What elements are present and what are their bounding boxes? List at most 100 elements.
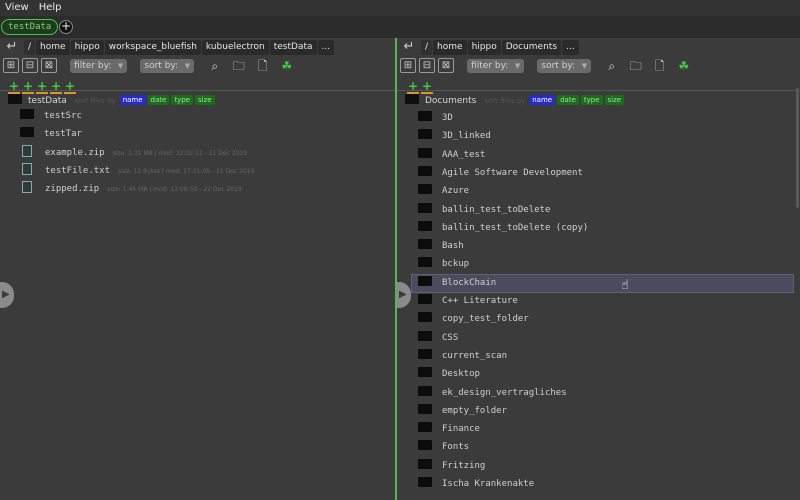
chevron-down-icon: ▼	[581, 62, 588, 70]
list-item[interactable]: Desktop	[412, 366, 793, 383]
breadcrumb: ↵ / home hippo workspace_bluefish kubuelectro…	[0, 40, 335, 56]
filter-select[interactable]: filter by: ▼	[70, 59, 128, 73]
sort-chip-type[interactable]: type	[580, 95, 603, 105]
folder-icon	[418, 477, 432, 487]
list-item[interactable]: testSrc	[20, 108, 82, 125]
folder-icon	[418, 129, 432, 140]
folder-icon	[418, 275, 432, 286]
sort-chip-date[interactable]: date	[147, 95, 170, 105]
sort-chip-name[interactable]: name	[529, 95, 556, 105]
breadcrumb-item[interactable]: hippo	[467, 40, 501, 55]
list-item[interactable]: example.zip size: 1.31 MB | mod: 12:02:11…	[22, 145, 247, 162]
close-view-icon[interactable]: ⊠	[41, 58, 57, 73]
collapse-icon[interactable]: ⊟	[22, 58, 38, 73]
breadcrumb-item[interactable]: home	[36, 40, 70, 55]
list-item[interactable]: Finance	[412, 421, 793, 438]
list-item[interactable]: Bash	[412, 238, 793, 255]
list-item[interactable]: current_scan	[412, 348, 793, 365]
new-file-icon[interactable]: 🗋	[254, 58, 271, 74]
item-name: example.zip	[45, 148, 105, 158]
breadcrumb-item[interactable]: home	[433, 40, 467, 55]
breadcrumb-more[interactable]: ...	[317, 40, 335, 55]
list-item[interactable]: Fritzing	[412, 458, 793, 475]
plus-icon[interactable]: +	[50, 80, 62, 94]
new-folder-icon[interactable]: 🗀	[230, 58, 247, 74]
sort-chip-date[interactable]: date	[557, 95, 579, 105]
list-item[interactable]: C++ Literature	[412, 293, 793, 310]
search-icon[interactable]: ⌕	[206, 58, 223, 74]
new-file-icon[interactable]: 🗋	[651, 58, 668, 74]
root-folder-name[interactable]: Documents	[425, 96, 476, 106]
plus-icon[interactable]: +	[59, 20, 73, 34]
list-item[interactable]: Azure	[412, 183, 793, 200]
list-item[interactable]: zipped.zip size: 1.45 MB | mod: 12:08:50 …	[22, 181, 242, 198]
close-view-icon[interactable]: ⊠	[438, 58, 454, 73]
breadcrumb-item[interactable]: workspace_bluefish	[104, 40, 201, 55]
root-folder-name[interactable]: testData	[28, 96, 67, 106]
tab-testdata[interactable]: testData	[1, 19, 59, 35]
sort-chip-name[interactable]: name	[119, 95, 146, 105]
breadcrumb-item[interactable]: /	[24, 40, 36, 55]
item-name: BlockChain	[442, 277, 497, 288]
pane-handle[interactable]: ▶	[397, 282, 411, 308]
expand-icon[interactable]: ⊞	[3, 58, 19, 73]
list-item[interactable]: ek_design_vertragliches	[412, 385, 793, 402]
list-item[interactable]: Ischa Krankenakte	[412, 476, 793, 493]
folder-icon	[418, 385, 432, 396]
pane-handle[interactable]: ▶	[0, 282, 14, 308]
folder-icon	[418, 257, 432, 268]
breadcrumb-item[interactable]: testData	[269, 40, 317, 55]
item-name: testSrc	[44, 111, 82, 121]
tree-icon[interactable]: ☘	[278, 58, 295, 74]
plus-icon[interactable]: +	[64, 80, 76, 94]
item-name: Bash	[442, 241, 464, 252]
tree-icon[interactable]: ☘	[675, 58, 692, 74]
list-item[interactable]: empty_folder	[412, 403, 793, 420]
file-icon	[22, 163, 32, 175]
back-arrow-icon[interactable]: ↵	[397, 40, 421, 56]
list-item[interactable]: 3D_linked	[412, 128, 793, 145]
expand-icon[interactable]: ⊞	[400, 58, 416, 73]
scrollbar[interactable]	[796, 88, 799, 208]
sort-chip-type[interactable]: type	[171, 95, 193, 105]
sort-select[interactable]: sort by: ▼	[140, 59, 195, 73]
breadcrumb-item[interactable]: hippo	[70, 40, 104, 55]
sort-hint: sort files by	[484, 97, 526, 105]
back-arrow-icon[interactable]: ↵	[0, 40, 24, 56]
new-folder-icon[interactable]: 🗀	[627, 58, 644, 74]
list-item[interactable]: 3D	[412, 110, 793, 127]
list-item[interactable]: AAA_test	[412, 147, 793, 164]
list-item[interactable]: copy_test_folder	[412, 311, 793, 328]
list-item[interactable]: Fonts	[412, 439, 793, 456]
list-item[interactable]: Agile Software Development	[412, 165, 793, 182]
item-name: ballin_test_toDelete	[442, 204, 551, 215]
menu-view[interactable]: View	[0, 0, 34, 16]
breadcrumb-more[interactable]: ...	[562, 40, 579, 55]
search-icon[interactable]: ⌕	[603, 58, 620, 74]
sort-chip-size[interactable]: size	[194, 95, 215, 105]
item-name: bckup	[442, 259, 470, 270]
sort-chip-size[interactable]: size	[604, 95, 625, 105]
breadcrumb-item[interactable]: kubuelectron	[201, 40, 269, 55]
plus-icon[interactable]: +	[36, 80, 48, 94]
plus-icon[interactable]: +	[407, 80, 419, 94]
list-item[interactable]: testFile.txt size: 12 Bytes | mod: 17:21:…	[22, 163, 254, 180]
folder-icon	[418, 458, 432, 469]
list-item[interactable]: CSS	[412, 330, 793, 347]
breadcrumb-item[interactable]: Documents	[501, 40, 562, 55]
list-item[interactable]: BlockChain	[411, 273, 794, 293]
list-item[interactable]: bckup	[412, 256, 793, 273]
plus-icon[interactable]: +	[22, 80, 34, 94]
divider	[397, 90, 800, 91]
item-name: Ischa Krankenakte	[442, 479, 535, 489]
plus-icon[interactable]: +	[8, 80, 20, 94]
breadcrumb-item[interactable]: /	[421, 40, 433, 55]
list-item[interactable]: ballin_test_toDelete	[412, 202, 793, 219]
plus-icon[interactable]: +	[421, 80, 433, 94]
filter-select[interactable]: filter by: ▼	[467, 59, 525, 73]
list-item[interactable]: ballin_test_toDelete (copy)	[412, 220, 793, 237]
list-item[interactable]: testTar	[20, 126, 82, 143]
menu-help[interactable]: Help	[34, 0, 67, 16]
collapse-icon[interactable]: ⊟	[419, 58, 435, 73]
sort-select[interactable]: sort by: ▼	[537, 59, 592, 73]
